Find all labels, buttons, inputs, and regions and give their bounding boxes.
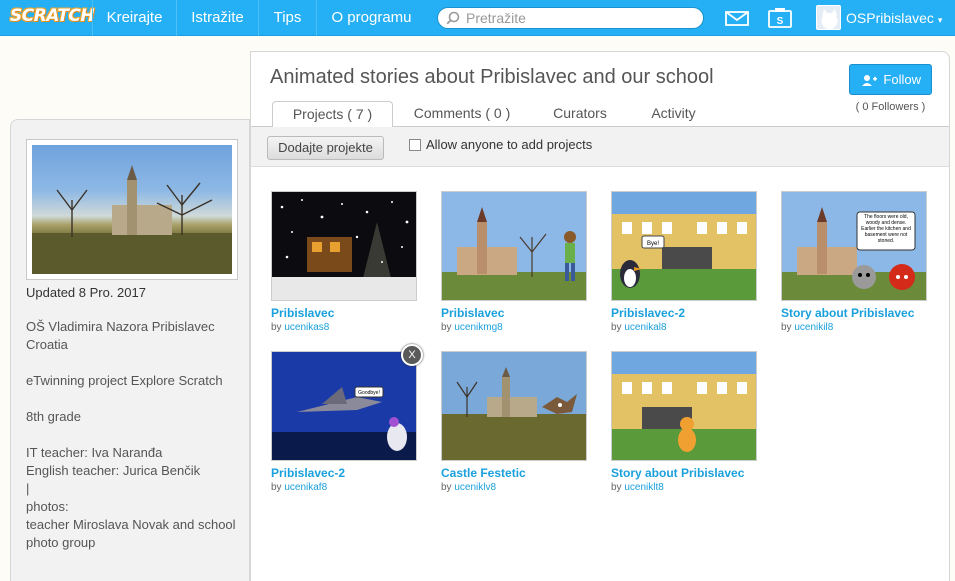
project-card[interactable]: Pribislavec by ucenikmg8 (441, 191, 587, 333)
project-card[interactable]: Castle Festetic by uceniklv8 (441, 351, 587, 493)
add-projects-button[interactable]: Dodajte projekte (267, 136, 384, 160)
project-thumbnail[interactable]: Goodbye! (271, 351, 417, 461)
project-thumbnail[interactable]: The floors were old, woody and dense. Ea… (781, 191, 927, 301)
project-byline: by uceniklv8 (441, 482, 587, 493)
studio-main-panel: Animated stories about Pribislavec and o… (250, 51, 950, 581)
desc-project: eTwinning project Explore Scratch (26, 373, 223, 388)
project-author[interactable]: ucenikmg8 (454, 322, 502, 333)
bye-bubble-text: Bye! (647, 241, 659, 247)
nav-tips[interactable]: Tips (258, 0, 316, 36)
search-input[interactable] (466, 10, 696, 26)
studio-description: OŠ Vladimira Nazora Pribislavec Croatia … (26, 318, 246, 570)
castle-girl-image (442, 192, 586, 300)
desc-school: OŠ Vladimira Nazora Pribislavec Croatia (26, 319, 215, 352)
nav-about[interactable]: O programu (316, 0, 426, 36)
username: OSPribislavec (846, 10, 934, 26)
my-stuff-icon[interactable]: S (768, 8, 792, 28)
allow-anyone-label: Allow anyone to add projects (426, 137, 593, 152)
nav-create[interactable]: Kreirajte (92, 0, 176, 36)
studio-title: Animated stories about Pribislavec and o… (270, 66, 714, 88)
by-label: by (271, 482, 282, 493)
project-author[interactable]: ucenikal8 (624, 322, 666, 333)
nav-explore[interactable]: Istražite (176, 0, 258, 36)
project-card[interactable]: Pribislavec by ucenikas8 (271, 191, 417, 333)
by-label: by (781, 322, 792, 333)
follow-label: Follow (883, 72, 921, 87)
school-penguin-image: Bye! (612, 192, 756, 300)
tab-projects[interactable]: Projects ( 7 ) (272, 101, 393, 128)
search-box (437, 7, 704, 29)
project-byline: by ucenikal8 (611, 322, 757, 333)
svg-text:S: S (777, 16, 784, 27)
project-card[interactable]: Story about Pribislavec by uceniklt8 (611, 351, 757, 493)
project-thumbnail[interactable] (611, 351, 757, 461)
project-byline: by uceniklt8 (611, 482, 757, 493)
by-label: by (611, 482, 622, 493)
studio-thumbnail (26, 139, 238, 280)
speech-bubble-text: The floors were old, woody and dense. Ea… (861, 214, 911, 244)
project-byline: by ucenikmg8 (441, 322, 587, 333)
top-nav-bar: SCRATCH Kreirajte Istražite Tips O progr… (0, 0, 955, 36)
project-thumbnail[interactable]: Bye! (611, 191, 757, 301)
scratch-logo[interactable]: SCRATCH (10, 6, 95, 26)
project-title[interactable]: Pribislavec (441, 306, 587, 320)
project-byline: by ucenikas8 (271, 322, 417, 333)
search-icon (446, 11, 460, 25)
castle-tree-image (32, 165, 232, 274)
allow-anyone-checkbox[interactable] (409, 139, 421, 151)
castle-speech-image: The floors were old, woody and dense. Ea… (782, 192, 926, 300)
updated-date: Updated 8 Pro. 2017 (26, 285, 146, 300)
tab-comments[interactable]: Comments ( 0 ) (403, 101, 521, 127)
by-label: by (441, 482, 452, 493)
project-card[interactable]: Goodbye! Pribislavec-2 by ucenikaf8 (271, 351, 417, 493)
project-author[interactable]: uceniklt8 (624, 482, 663, 493)
username-menu[interactable]: OSPribislavec ▾ (846, 0, 942, 36)
project-title[interactable]: Pribislavec (271, 306, 417, 320)
project-byline: by ucenikaf8 (271, 482, 417, 493)
project-thumbnail[interactable] (271, 191, 417, 301)
by-label: by (441, 322, 452, 333)
school-cat-image (612, 352, 756, 460)
messages-icon[interactable] (725, 11, 749, 26)
project-card[interactable]: Bye! Pribislavec-2 by ucenikal8 (611, 191, 757, 333)
tab-activity[interactable]: Activity (636, 101, 711, 127)
project-title[interactable]: Pribislavec-2 (271, 466, 417, 480)
project-author[interactable]: ucenikaf8 (284, 482, 327, 493)
studio-photo (32, 145, 232, 274)
tab-curators[interactable]: Curators (536, 101, 624, 127)
by-label: by (611, 322, 622, 333)
follow-button[interactable]: Follow (849, 64, 932, 95)
goodbye-bubble-text: Goodbye! (358, 390, 380, 396)
project-card[interactable]: The floors were old, woody and dense. Ea… (781, 191, 927, 333)
desc-grade: 8th grade (26, 409, 81, 424)
project-author[interactable]: uceniklv8 (454, 482, 496, 493)
studio-sidebar: Updated 8 Pro. 2017 OŠ Vladimira Nazora … (10, 119, 250, 581)
follow-users-icon (862, 75, 877, 86)
castle-bat-image (442, 352, 586, 460)
project-title[interactable]: Story about Pribislavec (611, 466, 757, 480)
chevron-down-icon: ▾ (937, 15, 943, 25)
projects-toolbar: Dodajte projekte Allow anyone to add pro… (251, 127, 949, 167)
by-label: by (271, 322, 282, 333)
project-title[interactable]: Story about Pribislavec (781, 306, 927, 320)
project-byline: by ucenikil8 (781, 322, 927, 333)
studio-tabs: Projects ( 7 ) Comments ( 0 ) Curators A… (251, 98, 949, 128)
cat-avatar-icon (821, 9, 838, 29)
jet-night-image: Goodbye! (272, 352, 416, 460)
project-thumbnail[interactable] (441, 191, 587, 301)
project-title[interactable]: Pribislavec-2 (611, 306, 757, 320)
remove-project-button[interactable]: X (401, 344, 423, 366)
project-author[interactable]: ucenikas8 (284, 322, 329, 333)
project-title[interactable]: Castle Festetic (441, 466, 587, 480)
snow-night-image (272, 192, 416, 300)
project-author[interactable]: ucenikil8 (794, 322, 833, 333)
project-thumbnail[interactable] (441, 351, 587, 461)
avatar[interactable] (816, 5, 841, 30)
desc-teachers: IT teacher: Iva Naranđa English teacher:… (26, 445, 236, 550)
